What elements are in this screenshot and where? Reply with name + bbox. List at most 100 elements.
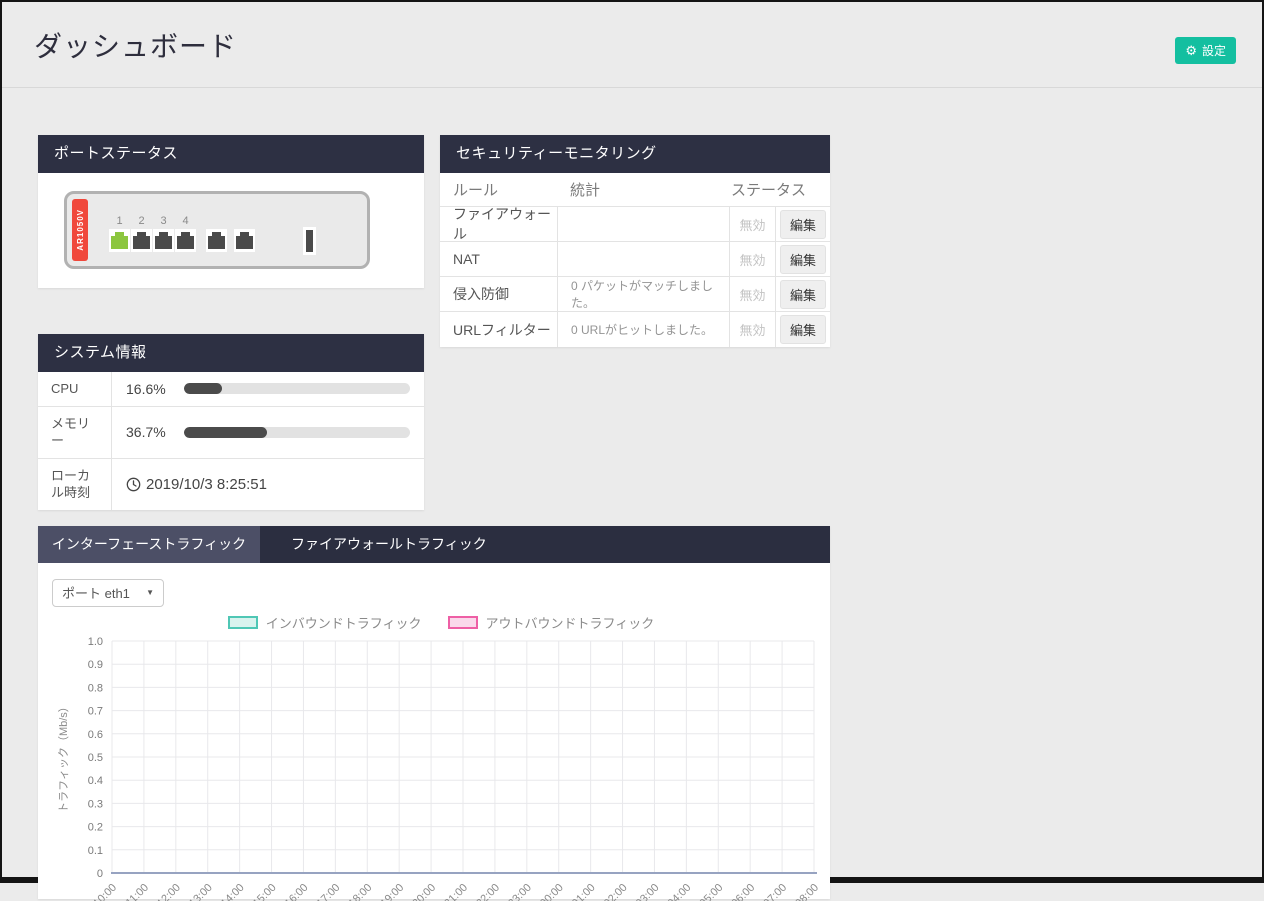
edit-nat-button[interactable]: 編集 [780, 245, 826, 274]
legend-swatch-icon [448, 616, 478, 629]
edit-ips-button[interactable]: 編集 [780, 280, 826, 309]
chart-legend: インバウンドトラフィック アウトバウンドトラフィック [52, 615, 830, 631]
router-device-graphic: AR1050V 1234 [64, 191, 370, 269]
port-status-body: AR1050V 1234 [38, 173, 424, 288]
svg-text:0.6: 0.6 [88, 729, 103, 741]
svg-text:02:00: 02:00 [602, 881, 630, 900]
svg-text:0.7: 0.7 [88, 705, 103, 717]
security-monitoring-panel: セキュリティーモニタリング ルール 統計 ステータス ファイアウォール 無効 編… [440, 135, 830, 347]
svg-text:0.4: 0.4 [88, 775, 103, 787]
cpu-percent-value: 16.6% [126, 381, 174, 397]
settings-button[interactable]: ⚙ 設定 [1175, 37, 1236, 64]
legend-item[interactable]: インバウンドトラフィック [228, 615, 422, 631]
cpu-progress-bar [184, 383, 410, 394]
svg-text:0.1: 0.1 [88, 845, 103, 857]
rule-name: 侵入防御 [453, 284, 509, 304]
table-row-urlfilter: URLフィルター 0 URLがヒットしました。 無効 編集 [440, 312, 830, 347]
traffic-tabs: インターフェーストラフィック ファイアウォールトラフィック [38, 526, 830, 563]
device-model-badge: AR1050V [72, 199, 88, 261]
edit-firewall-button[interactable]: 編集 [780, 210, 826, 239]
svg-text:0.5: 0.5 [88, 752, 103, 764]
svg-text:0.9: 0.9 [88, 659, 103, 671]
svg-text:15:00: 15:00 [251, 881, 279, 900]
col-header-status: ステータス [729, 179, 830, 200]
port-down-icon [208, 236, 225, 249]
svg-text:21:00: 21:00 [442, 881, 470, 900]
status-badge: 無効 [730, 215, 775, 234]
memory-progress-bar [184, 427, 410, 438]
port-indicator [206, 214, 227, 252]
rule-name: URLフィルター [453, 320, 551, 340]
device-model-label: AR1050V [76, 209, 85, 251]
port-indicator: 1 [109, 214, 130, 252]
system-info-panel: システム情報 CPU 16.6% メモリー 36.7% [38, 334, 424, 510]
svg-text:1.0: 1.0 [88, 636, 103, 648]
tab-firewall-traffic[interactable]: ファイアウォールトラフィック [260, 526, 518, 563]
status-badge: 無効 [730, 250, 775, 269]
dashboard-content: ポートステータス AR1050V 1234 システム情報 [2, 88, 1262, 899]
svg-text:03:00: 03:00 [634, 881, 662, 900]
svg-text:18:00: 18:00 [346, 881, 374, 900]
clock-icon [126, 477, 141, 492]
memory-row: メモリー 36.7% [38, 407, 424, 459]
legend-swatch-icon [228, 616, 258, 629]
port-select-dropdown[interactable]: ポート eth1 ▼ [52, 579, 164, 607]
svg-text:05:00: 05:00 [697, 881, 725, 900]
tab-interface-traffic[interactable]: インターフェーストラフィック [38, 526, 260, 563]
top-header: ダッシュボード ⚙ 設定 [2, 2, 1262, 88]
port-up-icon [111, 236, 128, 249]
port-down-icon [155, 236, 172, 249]
security-table: ルール 統計 ステータス ファイアウォール 無効 編集 NAT 無効 [440, 173, 830, 347]
port-select-value: ポート eth1 [62, 583, 130, 602]
traffic-body: ポート eth1 ▼ インバウンドトラフィック アウトバウンドトラフィック 0 0.… [38, 563, 830, 899]
memory-label: メモリー [38, 407, 112, 458]
svg-text:14:00: 14:00 [219, 881, 247, 900]
svg-text:20:00: 20:00 [410, 881, 438, 900]
settings-button-label: 設定 [1202, 42, 1226, 59]
table-row-nat: NAT 無効 編集 [440, 242, 830, 277]
port-down-icon [236, 236, 253, 249]
svg-text:10:00: 10:00 [91, 881, 119, 900]
svg-text:12:00: 12:00 [155, 881, 183, 900]
svg-text:0: 0 [97, 868, 103, 880]
col-header-rule: ルール [440, 179, 557, 200]
traffic-panel: インターフェーストラフィック ファイアウォールトラフィック ポート eth1 ▼… [38, 526, 830, 899]
rule-name: ファイアウォール [453, 204, 557, 244]
local-time-label: ローカル時刻 [38, 459, 112, 510]
svg-text:0.2: 0.2 [88, 821, 103, 833]
security-table-header: ルール 統計 ステータス [440, 173, 830, 207]
memory-percent-value: 36.7% [126, 424, 174, 440]
svg-text:11:00: 11:00 [124, 881, 151, 900]
svg-text:22:00: 22:00 [474, 881, 502, 900]
traffic-chart: 0 0.1 0.2 0.3 0.4 0.5 0.6 0.7 0.8 0.9 1.0 10:00 11:0… [52, 633, 830, 901]
port-indicator: 2 [131, 214, 152, 252]
svg-text:23:00: 23:00 [506, 881, 534, 900]
port-indicator [234, 214, 255, 252]
svg-text:0.3: 0.3 [88, 798, 103, 810]
gear-icon: ⚙ [1185, 44, 1197, 57]
legend-item[interactable]: アウトバウンドトラフィック [448, 615, 655, 631]
svg-text:0.8: 0.8 [88, 682, 103, 694]
col-header-stats: 統計 [557, 179, 729, 200]
system-info-title: システム情報 [38, 334, 424, 372]
cpu-label: CPU [38, 372, 112, 406]
svg-text:08:00: 08:00 [793, 881, 821, 900]
console-port-icon [303, 227, 316, 255]
ethernet-ports: 1234 [109, 214, 256, 252]
svg-text:17:00: 17:00 [315, 881, 343, 900]
port-down-icon [177, 236, 194, 249]
table-row-ips: 侵入防御 0 パケットがマッチしました。 無効 編集 [440, 277, 830, 312]
svg-text:00:00: 00:00 [538, 881, 566, 900]
svg-text:19:00: 19:00 [378, 881, 406, 900]
rule-name: NAT [453, 251, 480, 267]
table-row-firewall: ファイアウォール 無効 編集 [440, 207, 830, 242]
cpu-row: CPU 16.6% [38, 372, 424, 407]
rule-stat: 0 URLがヒットしました。 [558, 321, 713, 338]
page-title: ダッシュボード [34, 25, 237, 65]
svg-text:13:00: 13:00 [187, 881, 215, 900]
chevron-down-icon: ▼ [146, 588, 154, 597]
rule-stat: 0 パケットがマッチしました。 [558, 277, 729, 311]
edit-urlfilter-button[interactable]: 編集 [780, 315, 826, 344]
port-indicator: 3 [153, 214, 174, 252]
svg-text:04:00: 04:00 [666, 881, 694, 900]
